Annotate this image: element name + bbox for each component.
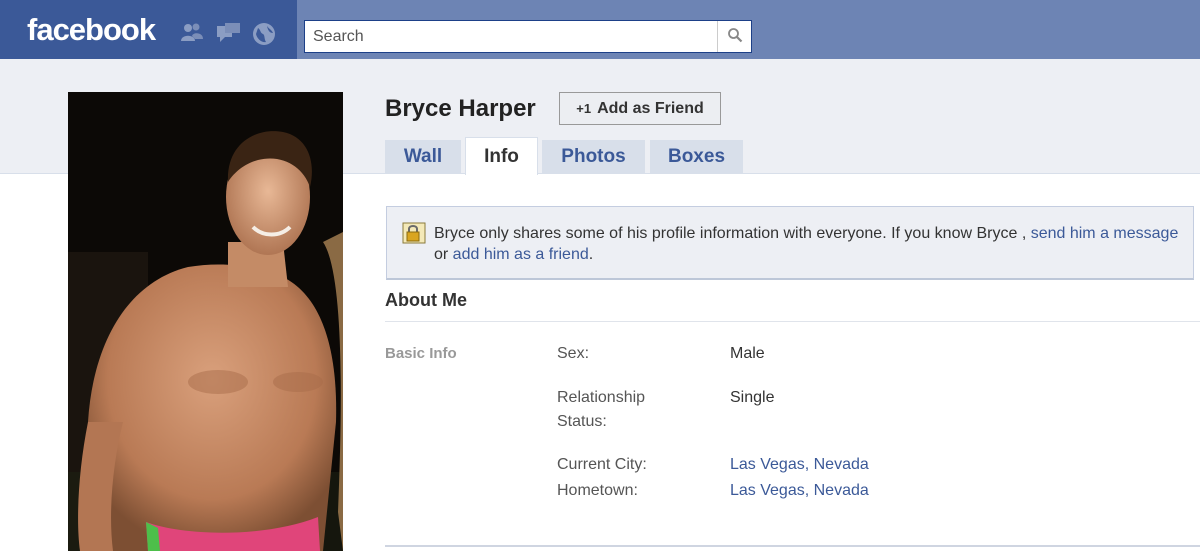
privacy-notice: Bryce only shares some of his profile in… <box>386 206 1194 280</box>
basic-info-label: Basic Info <box>385 345 457 362</box>
add-friend-icon: +1 <box>576 101 592 116</box>
notice-text-middle: or <box>434 246 453 263</box>
field-value-relationship: Single <box>730 389 775 406</box>
privacy-notice-text: Bryce only shares some of his profile in… <box>434 223 1184 265</box>
about-me-title: About Me <box>385 290 467 310</box>
field-value-hometown[interactable]: Las Vegas, Nevada <box>730 479 869 503</box>
messages-icon[interactable] <box>216 22 240 44</box>
field-label-hometown: Hometown: <box>557 482 638 499</box>
add-friend-label: Add as Friend <box>597 99 704 117</box>
field-label-sex: Sex: <box>557 345 590 362</box>
search-button[interactable] <box>717 21 751 52</box>
top-bar: facebook <box>0 0 1200 59</box>
lock-icon <box>402 222 426 244</box>
profile-photo[interactable] <box>68 92 343 551</box>
bottom-divider <box>385 545 1200 547</box>
friends-icon[interactable] <box>180 22 204 44</box>
tab-info[interactable]: Info <box>465 137 538 175</box>
tab-photos[interactable]: Photos <box>542 140 645 174</box>
facebook-logo[interactable]: facebook <box>27 12 156 48</box>
search-box <box>304 20 752 53</box>
field-value-current-city[interactable]: Las Vegas, Nevada <box>730 453 869 477</box>
notice-text-before: Bryce only shares some of his profile in… <box>434 225 1031 242</box>
add-friend-link[interactable]: add him as a friend <box>453 246 589 263</box>
add-friend-button[interactable]: +1 Add as Friend <box>559 92 721 125</box>
field-label-current-city: Current City: <box>557 456 647 473</box>
search-icon <box>727 27 743 47</box>
notifications-globe-icon[interactable] <box>252 22 276 45</box>
tab-wall[interactable]: Wall <box>385 140 461 174</box>
section-divider <box>385 321 1200 322</box>
search-input[interactable] <box>305 21 719 52</box>
field-label-relationship: Relationship Status: <box>557 389 646 430</box>
profile-name: Bryce Harper <box>385 95 536 122</box>
field-value-sex: Male <box>730 345 765 362</box>
send-message-link[interactable]: send him a message <box>1031 225 1179 242</box>
notice-text-after: . <box>588 246 594 263</box>
tab-boxes[interactable]: Boxes <box>650 140 743 174</box>
